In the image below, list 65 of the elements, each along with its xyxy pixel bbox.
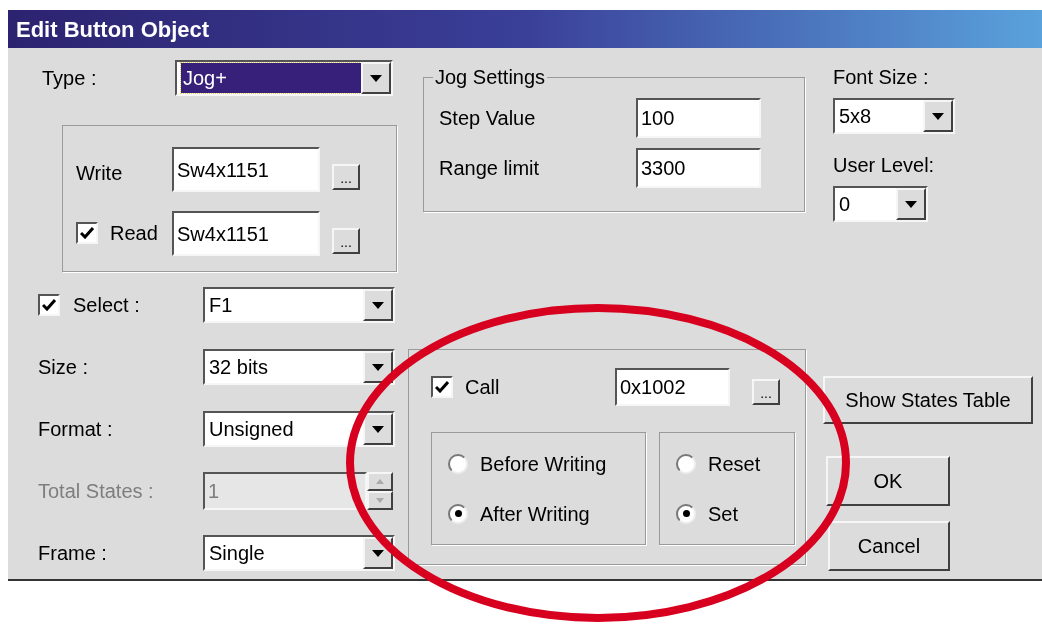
- caret-icon: [370, 74, 382, 82]
- field-label: Range limit: [439, 156, 541, 181]
- check-icon: [42, 299, 56, 311]
- input-field[interactable]: 0x1002: [615, 368, 730, 406]
- caret-icon: [372, 301, 384, 309]
- browse-button[interactable]: ...: [332, 164, 360, 190]
- check-icon: [80, 227, 94, 239]
- window-title: Edit Button Object: [16, 15, 210, 44]
- field-label: Select :: [73, 293, 140, 318]
- radio-button[interactable]: [448, 453, 468, 474]
- radio-option[interactable]: Before Writing: [448, 448, 645, 479]
- dropdown[interactable]: 32 bits: [203, 349, 395, 385]
- dropdown-button[interactable]: [363, 289, 393, 321]
- checkbox[interactable]: [38, 294, 60, 316]
- spin-buttons[interactable]: [367, 472, 393, 510]
- field-label: Write: [76, 161, 124, 186]
- input-field[interactable]: 3300: [636, 148, 761, 188]
- field-label: Size :: [38, 355, 89, 380]
- field-label: Font Size :: [833, 65, 930, 90]
- field-label: Call: [465, 375, 501, 400]
- ok-button[interactable]: OK: [826, 456, 950, 506]
- field-label: Frame :: [38, 541, 107, 566]
- field-label: Total States :: [38, 479, 154, 504]
- caret-icon: [932, 112, 944, 120]
- checkbox[interactable]: [431, 376, 453, 398]
- browse-button[interactable]: ...: [752, 379, 780, 405]
- check-icon: [435, 381, 449, 393]
- radio-label: Reset: [708, 451, 761, 477]
- cancel-button[interactable]: Cancel: [828, 521, 950, 571]
- radio-option[interactable]: Set: [676, 498, 794, 529]
- caret-icon: [372, 549, 384, 557]
- input-field[interactable]: Sw4x1151: [172, 147, 320, 192]
- group-title: Jog Settings: [434, 65, 547, 90]
- radio-button[interactable]: [676, 503, 696, 524]
- dropdown-button[interactable]: [923, 100, 953, 132]
- radio-button[interactable]: [448, 503, 468, 524]
- field-label: Format :: [38, 417, 113, 442]
- dropdown[interactable]: Unsigned: [203, 411, 395, 447]
- show-states-table-button[interactable]: Show States Table: [823, 376, 1033, 424]
- dropdown[interactable]: Single: [203, 535, 395, 571]
- radio-button[interactable]: [676, 453, 696, 474]
- dropdown[interactable]: Jog+: [175, 60, 393, 96]
- field-label: Type :: [41, 66, 98, 91]
- radio-label: After Writing: [480, 501, 590, 527]
- radio-label: Set: [708, 501, 739, 527]
- radio-option[interactable]: Reset: [676, 448, 794, 479]
- radio-option[interactable]: After Writing: [448, 498, 645, 529]
- field-label: Step Value: [439, 106, 537, 131]
- caret-icon: [372, 363, 384, 371]
- input-field[interactable]: 100: [636, 98, 761, 138]
- dropdown[interactable]: F1: [203, 287, 395, 323]
- dropdown-button[interactable]: [361, 62, 391, 94]
- caret-icon: [905, 200, 917, 208]
- dropdown-button[interactable]: [363, 351, 393, 383]
- field-label: Read: [110, 221, 158, 246]
- field-label: User Level:: [833, 153, 936, 178]
- radio-label: Before Writing: [480, 451, 607, 477]
- dropdown[interactable]: 0: [833, 186, 928, 222]
- dropdown-button[interactable]: [896, 188, 926, 220]
- browse-button[interactable]: ...: [332, 228, 360, 254]
- input-field[interactable]: Sw4x1151: [172, 211, 320, 256]
- checkbox[interactable]: [76, 222, 98, 244]
- dropdown-button[interactable]: [363, 413, 393, 445]
- caret-icon: [372, 425, 384, 433]
- dropdown[interactable]: 5x8: [833, 98, 955, 134]
